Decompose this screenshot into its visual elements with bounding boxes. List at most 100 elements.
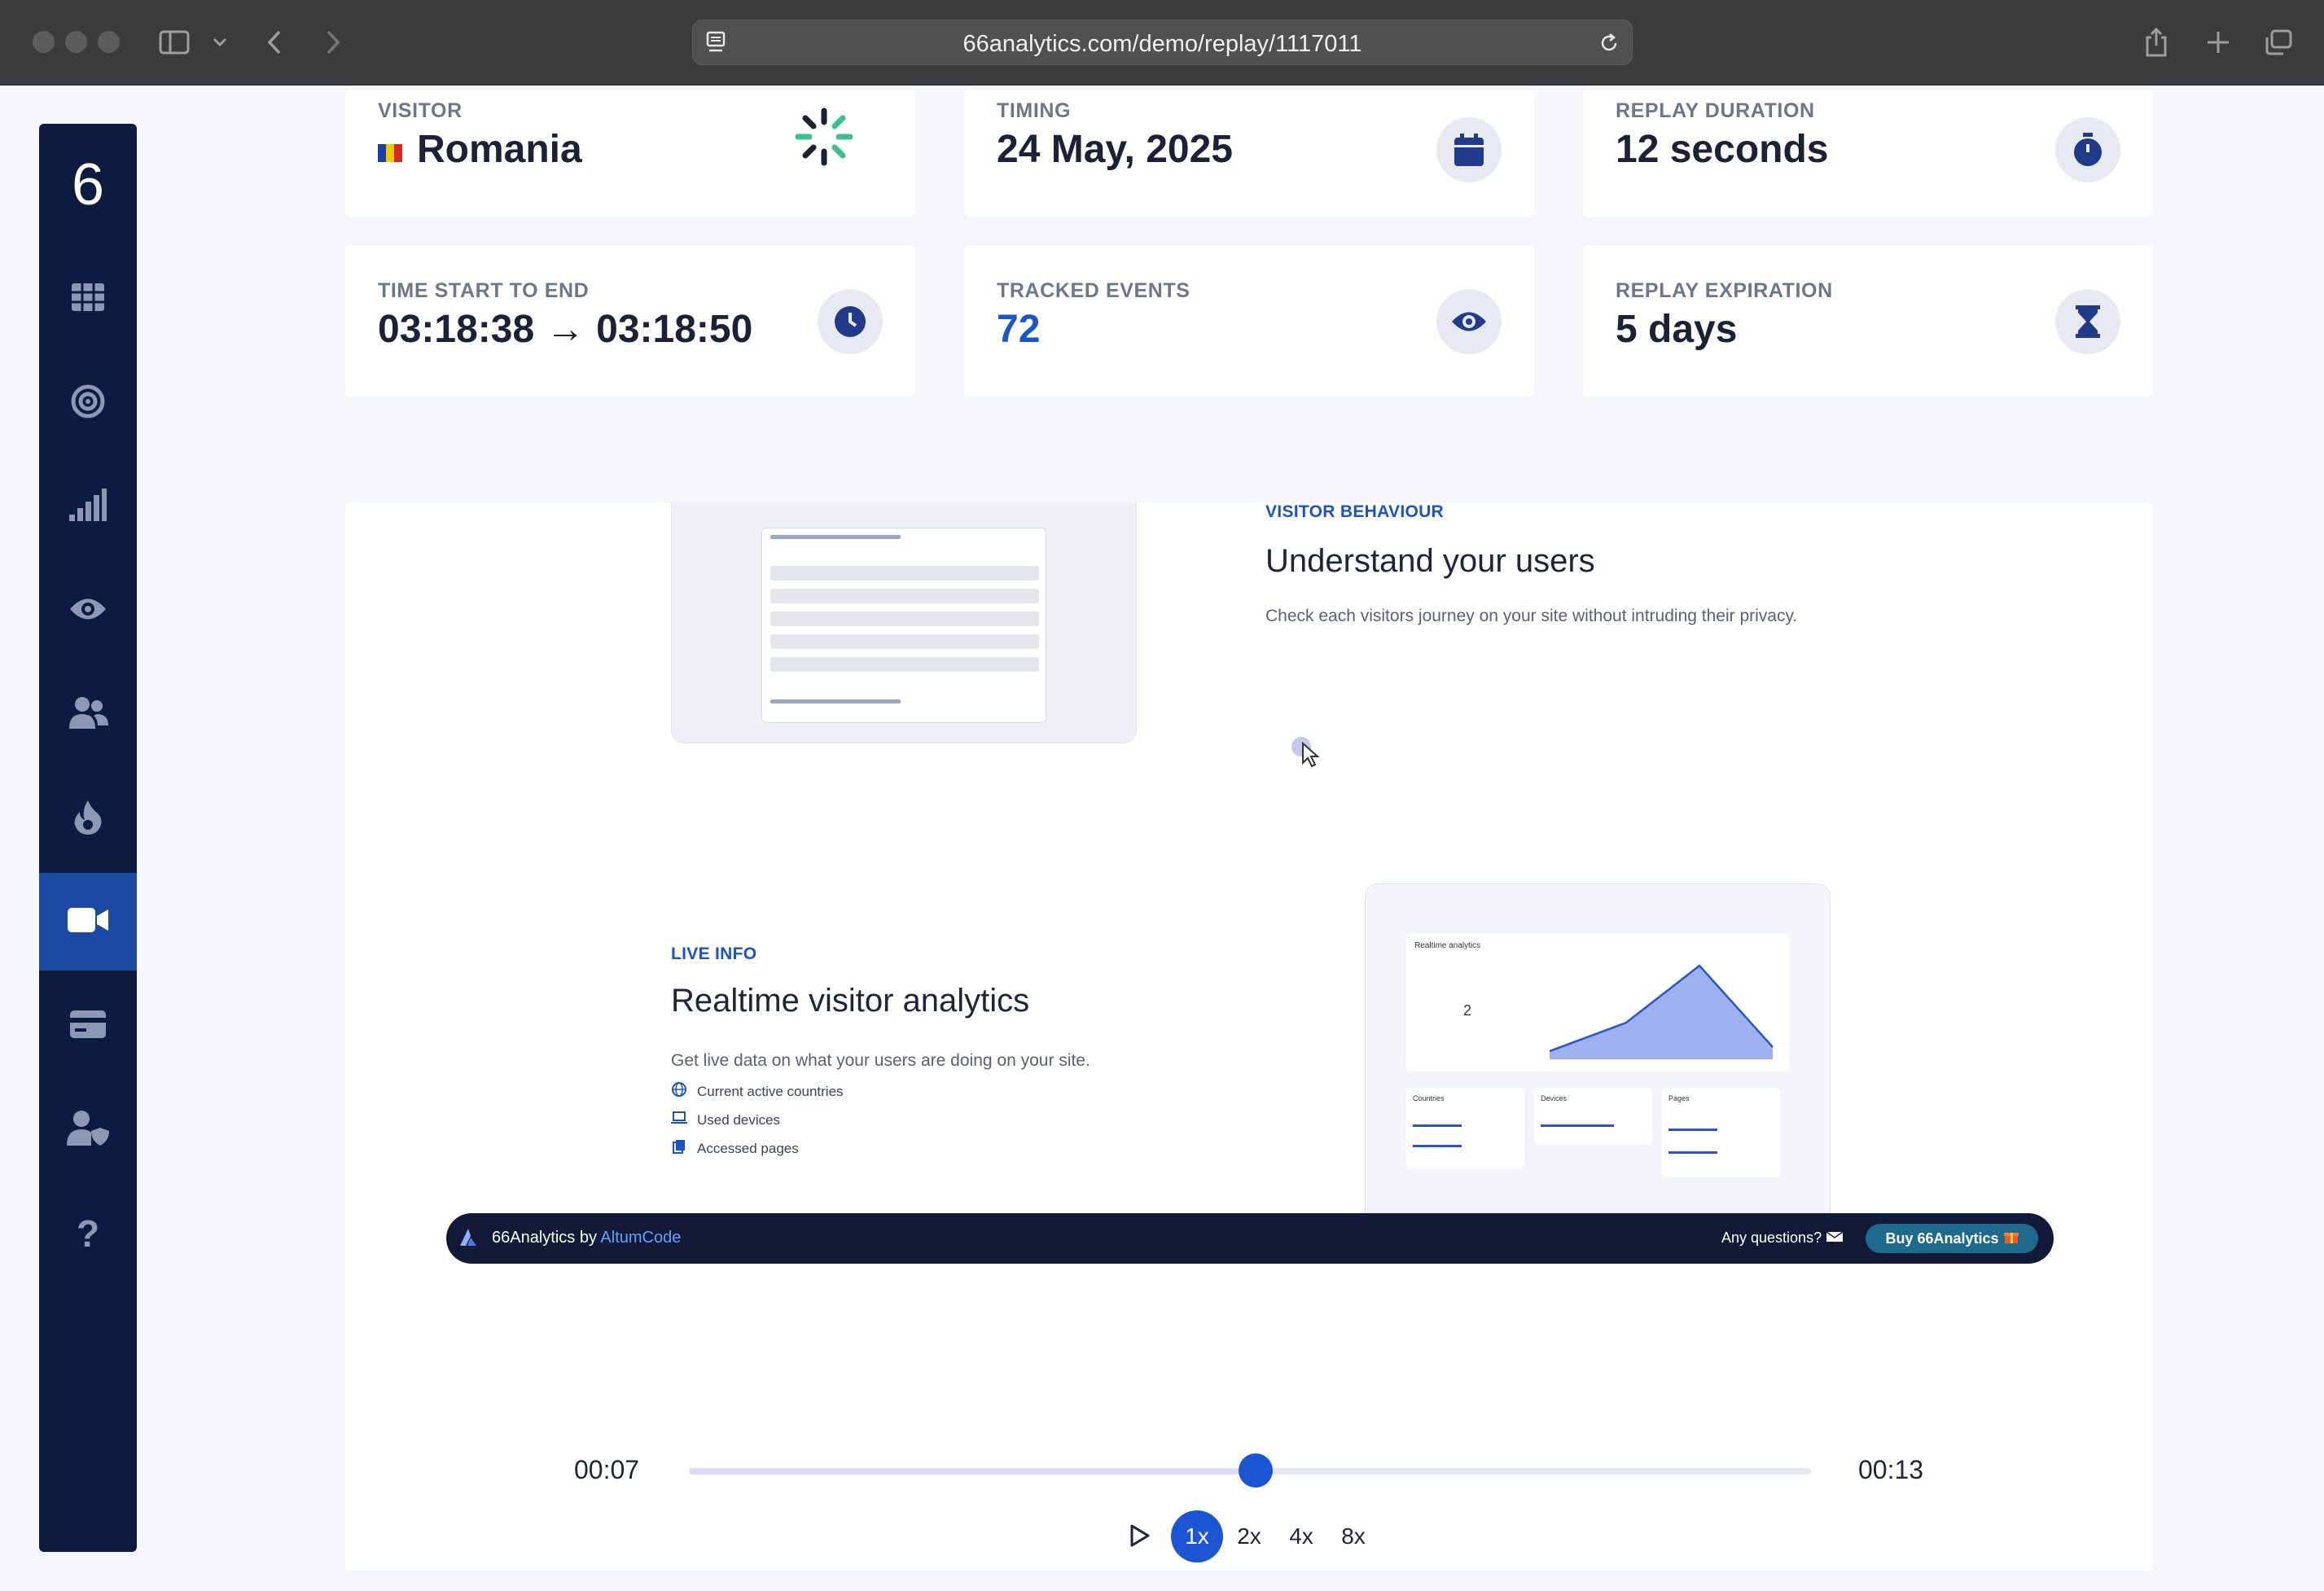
replay-viewport: VISITOR BEHAVIOUR Understand your users … bbox=[345, 502, 2153, 1571]
envelope-icon bbox=[1826, 1229, 1844, 1246]
player-progress-knob[interactable] bbox=[1238, 1453, 1273, 1488]
arrow-right-icon: → bbox=[546, 308, 585, 351]
banner-brand: 66Analytics by AltumCode bbox=[492, 1229, 681, 1247]
sidebar-item-replays[interactable] bbox=[39, 873, 137, 971]
sidebar-item-billing[interactable] bbox=[39, 977, 137, 1075]
visitor-country: Romania bbox=[417, 128, 582, 171]
behaviour-title: Understand your users bbox=[1265, 543, 1595, 579]
replay-site-banner: 66Analytics by AltumCode Any questions? … bbox=[446, 1213, 2054, 1264]
tracked-events-card: TRACKED EVENTS 72 bbox=[964, 245, 1534, 397]
stopwatch-icon bbox=[2055, 117, 2120, 182]
play-icon bbox=[1129, 1524, 1151, 1551]
calendar-icon bbox=[1436, 117, 1502, 182]
mockup-devices-panel: Devices bbox=[1534, 1088, 1652, 1145]
banner-questions-label: Any questions? bbox=[1721, 1229, 1822, 1246]
time-start-end-label: TIME START TO END bbox=[378, 279, 590, 302]
zoom-window-button[interactable] bbox=[98, 31, 120, 53]
feature-devices: Used devices bbox=[671, 1110, 780, 1130]
eye-icon bbox=[68, 595, 107, 627]
buy-button-label: Buy 66Analytics bbox=[1885, 1229, 1999, 1247]
signal-bars-icon bbox=[69, 488, 107, 525]
realtime-mockup-count: 2 bbox=[1463, 1002, 1472, 1019]
sidebar-item-statistics[interactable] bbox=[39, 458, 137, 555]
speed-4x-button[interactable]: 4x bbox=[1275, 1510, 1327, 1563]
journey-mockup-image bbox=[671, 502, 1137, 743]
mockup-devices-label: Devices bbox=[1541, 1094, 1568, 1102]
share-icon[interactable] bbox=[2142, 24, 2171, 60]
forward-icon[interactable] bbox=[321, 24, 345, 60]
behaviour-tag: VISITOR BEHAVIOUR bbox=[1265, 502, 1445, 521]
feature-countries: Current active countries bbox=[671, 1081, 844, 1102]
reload-icon[interactable] bbox=[1598, 31, 1620, 59]
replay-duration-label: REPLAY DURATION bbox=[1616, 99, 1815, 122]
sidebar-item-goals[interactable] bbox=[39, 354, 137, 452]
mockup-countries-panel: Countries bbox=[1406, 1088, 1524, 1169]
sidebar-item-help[interactable]: ? bbox=[39, 1185, 137, 1282]
speed-8x-button[interactable]: 8x bbox=[1327, 1510, 1379, 1563]
user-shield-icon bbox=[67, 1110, 109, 1150]
banner-brand-link[interactable]: AltumCode bbox=[600, 1229, 681, 1247]
address-bar[interactable]: 66analytics.com/demo/replay/1117011 bbox=[692, 20, 1633, 65]
replay-duration-card: REPLAY DURATION 12 seconds bbox=[1583, 90, 2153, 217]
time-start: 03:18:38 bbox=[378, 308, 535, 351]
play-button[interactable] bbox=[1129, 1523, 1151, 1552]
users-icon bbox=[68, 696, 108, 733]
feature-pages: Accessed pages bbox=[671, 1138, 799, 1159]
globe-icon bbox=[671, 1081, 687, 1102]
fire-icon bbox=[73, 799, 103, 839]
sidebar-item-dashboard[interactable] bbox=[39, 250, 137, 348]
grid-icon bbox=[71, 283, 105, 316]
timing-value: 24 May, 2025 bbox=[997, 128, 1233, 171]
altum-logo-icon bbox=[459, 1228, 477, 1251]
sidebar-toggle-icon[interactable] bbox=[156, 24, 192, 60]
laptop-icon bbox=[671, 1110, 687, 1130]
realtime-mockup-image: Realtime analytics 2 Countries Devices P… bbox=[1365, 883, 1831, 1225]
speed-2x-button[interactable]: 2x bbox=[1223, 1510, 1275, 1563]
live-info-tag: LIVE INFO bbox=[671, 945, 757, 963]
sidebar-item-users[interactable] bbox=[39, 665, 137, 763]
loader-icon bbox=[793, 106, 855, 172]
gift-icon bbox=[2003, 1229, 2019, 1248]
copy-icon bbox=[671, 1138, 687, 1159]
sidebar-item-heatmaps[interactable] bbox=[39, 769, 137, 867]
mockup-pages-panel: Pages bbox=[1662, 1088, 1780, 1177]
feature-devices-label: Used devices bbox=[697, 1111, 781, 1128]
live-info-description: Get live data on what your users are doi… bbox=[671, 1051, 1090, 1070]
live-info-title: Realtime visitor analytics bbox=[671, 983, 1030, 1019]
tab-overview-icon[interactable] bbox=[2262, 24, 2295, 60]
speed-1x-button[interactable]: 1x bbox=[1171, 1510, 1223, 1563]
tracked-events-label: TRACKED EVENTS bbox=[997, 279, 1191, 302]
new-tab-icon[interactable] bbox=[2203, 24, 2233, 60]
time-end: 03:18:50 bbox=[596, 308, 753, 351]
romania-flag-icon bbox=[378, 143, 402, 162]
mockup-countries-label: Countries bbox=[1413, 1094, 1445, 1102]
logo[interactable]: 6 bbox=[39, 148, 137, 221]
hourglass-icon bbox=[2055, 289, 2120, 354]
target-icon bbox=[71, 384, 105, 423]
back-icon[interactable] bbox=[262, 24, 287, 60]
app-sidebar: 6 ? bbox=[39, 124, 137, 1552]
visitor-label: VISITOR bbox=[378, 99, 463, 122]
realtime-mockup-chart bbox=[1549, 964, 1774, 1059]
feature-pages-label: Accessed pages bbox=[697, 1140, 799, 1156]
close-window-button[interactable] bbox=[33, 31, 55, 53]
url-text: 66analytics.com/demo/replay/1117011 bbox=[962, 31, 1362, 57]
visitor-card: VISITOR Romania bbox=[345, 90, 915, 217]
timing-card: TIMING 24 May, 2025 bbox=[964, 90, 1534, 217]
replay-expiration-label: REPLAY EXPIRATION bbox=[1616, 279, 1833, 302]
player-current-time: 00:07 bbox=[574, 1455, 640, 1484]
sidebar-item-visitors[interactable] bbox=[39, 562, 137, 660]
minimize-window-button[interactable] bbox=[65, 31, 87, 53]
eye-icon bbox=[1436, 289, 1502, 354]
replay-expiration-value: 5 days bbox=[1616, 308, 1738, 351]
sidebar-item-account[interactable] bbox=[39, 1080, 137, 1178]
banner-questions[interactable]: Any questions? bbox=[1721, 1229, 1844, 1247]
player-progress-fill bbox=[689, 1468, 1256, 1475]
buy-button[interactable]: Buy 66Analytics bbox=[1866, 1224, 2038, 1253]
card-icon bbox=[70, 1010, 106, 1042]
chevron-down-icon[interactable] bbox=[210, 24, 230, 60]
clock-icon bbox=[818, 289, 883, 354]
tracked-events-value: 72 bbox=[997, 308, 1041, 351]
behaviour-description: Check each visitors journey on your site… bbox=[1265, 607, 1798, 625]
visitor-value: Romania bbox=[378, 127, 582, 172]
